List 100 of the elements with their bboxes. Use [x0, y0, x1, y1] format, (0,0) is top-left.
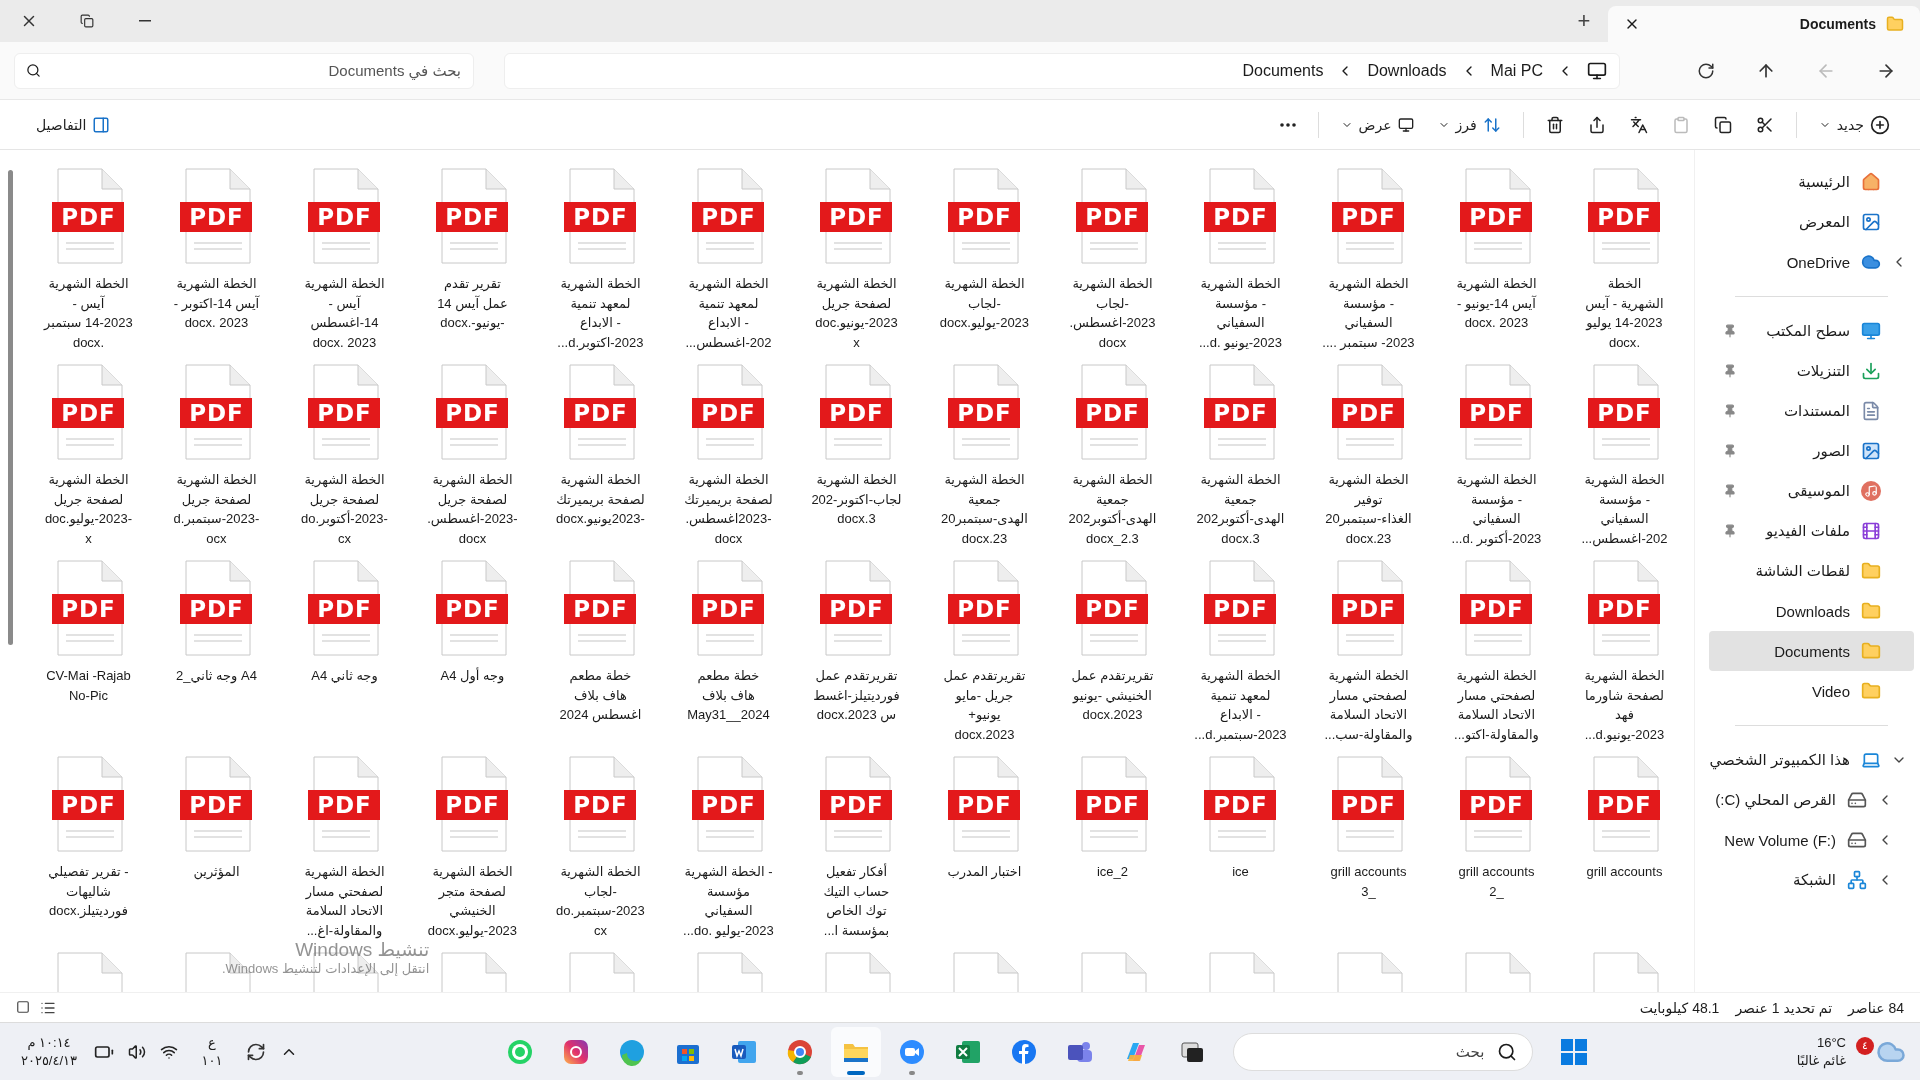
file-name[interactable]: الخطة الشهرية - آيس 14-2023 يوليو .docx [1561, 274, 1688, 352]
file-name[interactable]: الخطة الشهرية - مؤسسة السفياني 2023-أكتوبر .d... [1433, 470, 1560, 548]
file-name[interactable]: الخطة الشهرية لصفحة جريل -2023-سبتمبر.d ocx [153, 470, 280, 548]
file-name[interactable]: grill accounts _2 [1433, 862, 1560, 901]
file-name[interactable]: الخطة الشهرية آيس - 14-اغسطس 2023 .docx [281, 274, 408, 352]
file-type-label: PDF [52, 398, 125, 428]
sidebar-item[interactable]: التنزيلات [1709, 351, 1914, 391]
file-name[interactable]: الخطة الشهرية لصفحة بريميرتك -2023اغسطس. docx [665, 470, 792, 548]
new-button[interactable]: جديد [1806, 106, 1902, 143]
breadcrumb-item[interactable]: Mai PC [1490, 61, 1543, 80]
file-type-label: PDF [820, 398, 893, 428]
sidebar-item[interactable]: القرص المحلي (C:) [1709, 780, 1914, 820]
file-name[interactable]: الخطة الشهرية لصفحة جريل -2023-يوليو.doc x [25, 470, 152, 548]
sidebar-item[interactable]: المستندات [1709, 391, 1914, 431]
selection-size: 48.1 كيلوبايت [1639, 999, 1720, 1016]
file-name[interactable]: الخطة الشهرية - مؤسسة السفياني 2023-يونيو .d... [1177, 274, 1304, 352]
details-button[interactable]: التفاصيل [24, 106, 123, 143]
file-name[interactable]: A4 وجه ثاني_2 [153, 666, 280, 686]
file-name[interactable]: CV-Mai -Rajab No-Pic [25, 666, 152, 705]
file-name[interactable]: الخطة الشهرية لمعهد تنمية - الابداع 202-اغسطس... [665, 274, 792, 352]
sidebar-item[interactable]: الموسيقى [1709, 471, 1914, 511]
file-type-label: PDF [1076, 202, 1149, 232]
file-name[interactable]: الخطة الشهرية لمعهد تنمية - الابداع 2023-سبتمبر.d... [1177, 666, 1304, 744]
file-name[interactable]: اختبار المدرب [921, 862, 1048, 882]
file-name[interactable]: خطة مطعم هاف بلاف May31__2024 [665, 666, 792, 725]
file-name[interactable]: - تقرير تفصيلي شاليهات فورديتيلز.docx [25, 862, 152, 921]
sidebar-item[interactable]: ملفات الفيديو [1709, 511, 1914, 551]
file-name[interactable]: تقريرتقدم عمل الخنيشي -يونيو 2023.docx [1049, 666, 1176, 725]
file-name[interactable]: الخطة الشهرية آيس - 14-2023 سبتمبر .docx [25, 274, 152, 352]
file-type-label: PDF [692, 202, 765, 232]
file-name[interactable]: - الخطة الشهرية مؤسسة السفياني 2023-يوليو .do... [665, 862, 792, 940]
breadcrumb-item[interactable]: Downloads [1367, 61, 1447, 80]
file-name[interactable]: الخطة الشهرية -لجاب 2023-سبتمبر.do cx [537, 862, 664, 940]
file-name[interactable]: تقريرتقدم عمل جريل -مايو يونيو+ 2023.docx [921, 666, 1048, 744]
file-name[interactable]: المؤثرين [153, 862, 280, 882]
file-name[interactable]: الخطة الشهرية لجاب-اكتوبر-202 3.docx [793, 470, 920, 529]
sidebar-label: الشبكة [1793, 871, 1836, 889]
clock[interactable]: ١٠:١٤ م ٢٠٢٥/٤/١٣ [14, 1033, 84, 1070]
sidebar-item[interactable]: لقطات الشاشة [1709, 551, 1914, 591]
file-name[interactable]: الخطة الشهرية لصفحة جريل -2023-اغسطس. docx [409, 470, 536, 548]
sidebar-item[interactable]: سطح المكتب [1709, 311, 1914, 351]
file-name[interactable]: الخطة الشهرية لصفحتي مسار الاتحاد السلامة والمقاولة-اكتو... [1433, 666, 1560, 744]
file-name[interactable]: الخطة الشهرية لصفحة متجر الخنيشي 2023-يوليو.docx [409, 862, 536, 940]
view-button[interactable]: عرض [1328, 106, 1426, 143]
file-name[interactable]: تقريرتقدم عمل فورديتيلز-اغسط س 2023.docx [793, 666, 920, 725]
file-name[interactable]: الخطة الشهرية توفير الغذاء-سبتمبر20 23.docx [1305, 470, 1432, 548]
file-name[interactable]: الخطة الشهرية لمعهد تنمية - الابداع 2023-اكتوبر.d... [537, 274, 664, 352]
file-type-label: PDF [820, 594, 893, 624]
file-name[interactable]: الخطة الشهرية لصفحة شاورما فهد 2023-يونيو.d... [1561, 666, 1688, 744]
file-type-label: PDF [1332, 398, 1405, 428]
file-name[interactable]: وجه ثاني A4 [281, 666, 408, 686]
file-type-label: PDF [820, 202, 893, 232]
window-tab[interactable]: Documents [1608, 6, 1920, 42]
keyboard-language[interactable]: ع ١٠١ [192, 1033, 232, 1070]
sidebar-item[interactable]: الشبكة [1709, 860, 1914, 900]
breadcrumb-item[interactable]: Documents [1242, 61, 1324, 80]
sidebar-item[interactable]: الرئيسية [1709, 162, 1914, 202]
sidebar-item[interactable]: Video [1709, 671, 1914, 711]
file-type-label: PDF [180, 790, 253, 820]
file-name[interactable]: الخطة الشهرية لصفحة جريل -2023-أكتوبر.do cx [281, 470, 408, 548]
file-type-label: PDF [1460, 790, 1533, 820]
sidebar-item[interactable]: OneDrive [1709, 242, 1914, 282]
file-name[interactable]: الخطة الشهرية - مؤسسة السفياني 2023- سبتمبر .... [1305, 274, 1432, 352]
sidebar-label: سطح المكتب [1766, 322, 1850, 340]
sidebar-item[interactable]: هذا الكمبيوتر الشخصي [1709, 740, 1914, 780]
file-name[interactable]: الخطة الشهرية جمعية الهدى-سبتمبر20 23.docx [921, 470, 1048, 548]
file-name[interactable]: الخطة الشهرية -لجاب 2023-يوليو.docx [921, 274, 1048, 333]
sidebar-item[interactable]: Downloads [1709, 591, 1914, 631]
file-name[interactable]: الخطة الشهرية جمعية الهدى-أكتوبر202 3.docx_2 [1049, 470, 1176, 548]
sidebar-item[interactable]: New Volume (F:) [1709, 820, 1914, 860]
file-name[interactable]: الخطة الشهرية آيس 14-يونيو - 2023 .docx [1433, 274, 1560, 333]
file-name[interactable]: الخطة الشهرية آيس 14-اكتوبر - 2023 .docx [153, 274, 280, 333]
file-name[interactable]: تقرير تقدم عمل آيس 14 -يونيو-.docx [409, 274, 536, 333]
file-name[interactable]: خطة مطعم هاف بلاف اغسطس 2024 [537, 666, 664, 725]
file-name[interactable]: الخطة الشهرية لصفحتي مسار الاتحاد السلامة والمقاولة-اغ... [281, 862, 408, 940]
file-type-label: PDF [948, 790, 1021, 820]
sidebar-item[interactable]: المعرض [1709, 202, 1914, 242]
taskbar-search-field[interactable]: بحث [1233, 1032, 1534, 1071]
file-name[interactable]: الخطة الشهرية - مؤسسة السفياني 202-اغسطس... [1561, 470, 1688, 548]
file-type-label: PDF [180, 202, 253, 232]
file-name[interactable]: الخطة الشهرية لصفحتي مسار الاتحاد السلامة والمقاولة-سب... [1305, 666, 1432, 744]
file-name[interactable]: الخطة الشهرية لصفحة بريميرتك -2023يونيو.docx [537, 470, 664, 529]
sort-button[interactable]: فرز [1425, 106, 1513, 143]
file-name[interactable]: grill accounts [1561, 862, 1688, 882]
file-name[interactable]: أفكار تفعيل حساب التيك توك الخاص بمؤسسة ا... [793, 862, 920, 940]
file-name[interactable]: وجه أول A4 [409, 666, 536, 686]
file-name[interactable]: الخطة الشهرية لصفحة جريل 2023-يونيو.doc x [793, 274, 920, 352]
file-name[interactable]: الخطة الشهرية جمعية الهدى-أكتوبر202 3.docx [1177, 470, 1304, 548]
new-tab-button[interactable]: + [1560, 0, 1608, 42]
item-count: 84 عناصر [1848, 999, 1904, 1016]
address-bar[interactable]: Documents Downloads Mai PC [504, 52, 1620, 89]
sidebar-item[interactable]: Documents [1709, 631, 1914, 671]
sidebar-item[interactable]: الصور [1709, 431, 1914, 471]
file-name[interactable]: الخطة الشهرية -لجاب 2023-اغسطس. docx [1049, 274, 1176, 352]
file-name[interactable]: ice_2 [1049, 862, 1176, 882]
file-type-label: PDF [564, 398, 637, 428]
file-name[interactable]: ice [1177, 862, 1304, 882]
search-field[interactable]: بحث في Documents [14, 52, 474, 89]
sidebar-label: Documents [1774, 642, 1850, 660]
file-name[interactable]: grill accounts _3 [1305, 862, 1432, 901]
